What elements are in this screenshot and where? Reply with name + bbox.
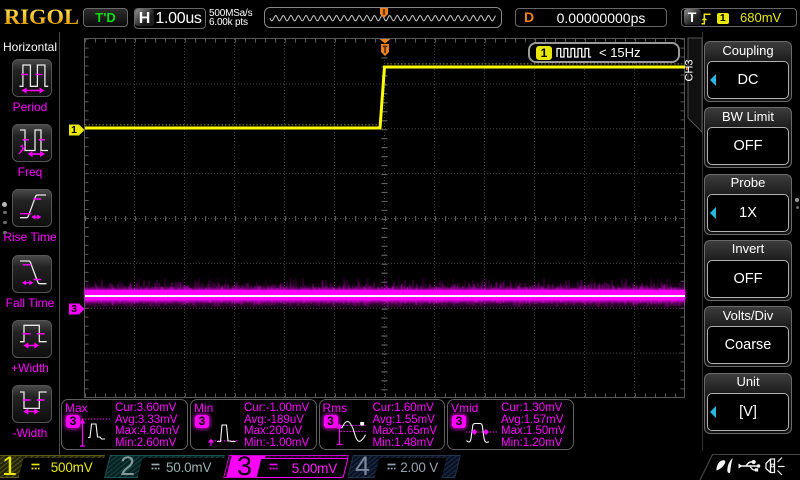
svg-text:1: 1: [20, 144, 25, 153]
